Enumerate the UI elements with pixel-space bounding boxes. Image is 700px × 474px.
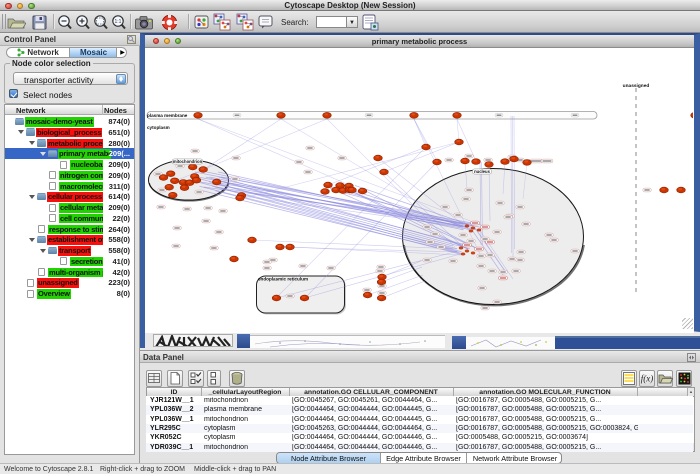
svg-text:unassigned: unassigned	[623, 83, 650, 89]
svg-text:cytoplasm: cytoplasm	[147, 125, 170, 130]
svg-text:endoplasmic reticulum: endoplasmic reticulum	[258, 277, 308, 282]
svg-text:nucleus: nucleus	[474, 169, 490, 174]
svg-text:1:1: 1:1	[115, 19, 122, 25]
svg-text:plasma membrane: plasma membrane	[147, 113, 188, 118]
svg-text:mitochondrion: mitochondrion	[173, 159, 203, 164]
svg-text:f(x): f(x)	[641, 374, 654, 384]
